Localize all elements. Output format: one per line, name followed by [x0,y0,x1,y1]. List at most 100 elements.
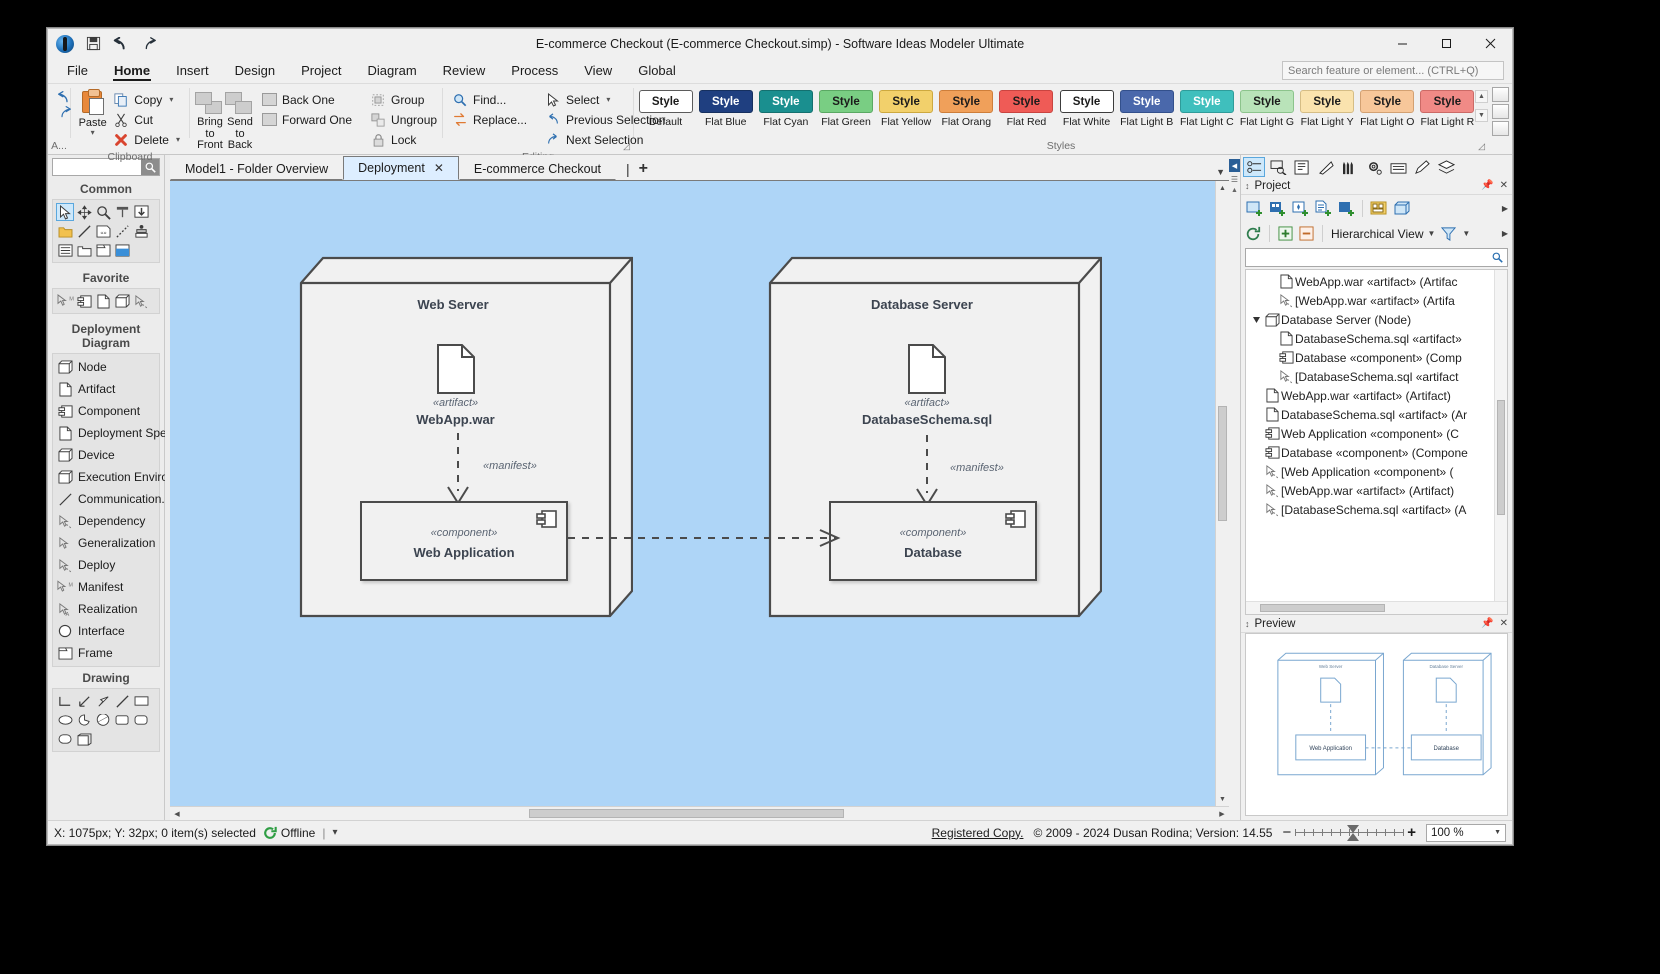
zoom-icon[interactable] [94,203,112,221]
collapse-all-icon[interactable] [1299,226,1314,241]
line-icon[interactable] [113,692,131,710]
style-item-2[interactable]: Style Flat Cyan [758,90,813,128]
project-tree-row[interactable]: Database «component» (Compone [1246,443,1507,462]
ribbon-tab-process[interactable]: Process [498,58,571,83]
styles-dialog-launcher[interactable]: ◿ [1478,141,1485,152]
canvas-vertical-scrollbar[interactable]: ▲ ▼ [1215,181,1229,806]
ribbon-grid-button[interactable] [1491,87,1509,102]
feature-search-input[interactable]: Search feature or element... (CTRL+Q) [1282,61,1504,80]
find-button[interactable]: Find... [448,90,531,109]
style-item-8[interactable]: Style Flat Light B [1119,90,1174,128]
frame-icon[interactable] [94,241,112,259]
project-search-input[interactable] [1246,249,1488,266]
zoom-level-combobox[interactable]: 100 % ▼ [1426,823,1506,842]
project-tree-row[interactable]: Database Server (Node) [1246,310,1507,329]
project-tree-vscroll-thumb[interactable] [1497,400,1505,515]
toolbox-item-generalization[interactable]: Generalization [53,532,159,554]
style-gallery-up-button[interactable]: ▲ [1475,90,1488,103]
toolbox-section-header-deployment-diagram[interactable]: Deployment Diagram [48,318,164,353]
actor-icon[interactable] [132,222,150,240]
close-tab-icon[interactable]: ✕ [434,161,444,175]
bring-to-front-button[interactable]: Bring to Front [195,88,225,152]
node-icon[interactable] [113,292,131,310]
project-tree-row[interactable]: [Web Application «component» ( [1246,462,1507,481]
canvas-scroll-down-button[interactable]: ▼ [1216,792,1229,806]
project-tree-row[interactable]: Database «component» (Comp [1246,348,1507,367]
project-toolbar-overflow-right[interactable]: ▶ [1502,204,1508,213]
collapse-panel-button[interactable]: ◀ [1229,159,1240,172]
project-tree[interactable]: WebApp.war «artifact» (Artifac [WebApp.wa… [1245,269,1508,615]
project-tree-hscrollbar[interactable] [1246,601,1507,614]
style-item-3[interactable]: Style Flat Green [818,90,873,128]
editing-dialog-launcher[interactable]: ◿ [623,141,630,152]
find-icon[interactable] [1267,157,1289,177]
node-database-server[interactable]: Database Server «artifact» DatabaseSchem… [767,253,1102,623]
ribbon-tab-view[interactable]: View [571,58,625,83]
tab-overflow-caret[interactable]: ▼ [1216,167,1225,177]
ribbon-tab-global[interactable]: Global [625,58,689,83]
tree-expand-twisty[interactable] [1250,316,1264,324]
stadium-icon[interactable] [56,730,74,748]
document-tab-e-commerce-checkout[interactable]: E-commerce Checkout [458,158,616,180]
toolbox-item-communication[interactable]: Communication... [53,488,171,510]
expand-all-icon[interactable] [1278,226,1293,241]
style-item-10[interactable]: Style Flat Light G [1239,90,1294,128]
ribbon-layout-button[interactable] [1491,104,1509,119]
ribbon-tab-design[interactable]: Design [222,58,288,83]
paste-dropdown-caret[interactable]: ▾ [91,129,95,137]
folder-icon[interactable] [56,222,74,240]
layers-icon[interactable] [1435,157,1457,177]
list-icon[interactable] [56,241,74,259]
zoom-track[interactable] [1295,825,1405,841]
minimize-button[interactable] [1380,29,1424,58]
style-gallery[interactable]: Style Default Style Flat Blue Style Flat Cyan… [634,86,1475,140]
style-item-4[interactable]: Style Flat Yellow [879,90,934,128]
canvas-hscroll-thumb[interactable] [529,809,844,818]
toolbox-item-component[interactable]: Component [53,400,159,422]
cursor-icon[interactable] [56,203,74,221]
artifact-webapp-war[interactable]: «artifact» WebApp.war [403,343,508,427]
zoom-in-button[interactable]: + [1407,824,1416,841]
project-panel-close-button[interactable]: ✕ [1500,180,1508,191]
project-tree-row[interactable]: Web Application «component» (C [1246,424,1507,443]
style-chip[interactable]: Style [1239,90,1294,113]
move-icon[interactable] [75,203,93,221]
group-button[interactable]: Group [366,90,441,109]
style-item-12[interactable]: Style Flat Light O [1360,90,1415,128]
style-item-13[interactable]: Style Flat Light R [1420,90,1475,128]
ribbon-tab-project[interactable]: Project [288,58,354,83]
toolbox-section-header-common[interactable]: Common [48,178,164,199]
delete-button[interactable]: Delete ▾ [109,130,184,149]
project-search-icon[interactable] [1488,249,1507,266]
style-chip[interactable]: Style [1420,90,1475,113]
style-gallery-down-button[interactable]: ▼ [1475,109,1488,122]
toolbox-item-manifest[interactable]: M Manifest [53,576,159,598]
style-chip[interactable]: Style [1119,90,1174,113]
project-search[interactable] [1245,248,1508,267]
style-chip[interactable]: Style [939,90,994,113]
preview-panel-grip-icon[interactable]: ↕ [1245,619,1250,629]
style-icon[interactable] [1315,157,1337,177]
fill-icon[interactable] [113,241,131,259]
cut-button[interactable]: Cut [109,110,184,129]
canvas-scroll-right-button[interactable]: ▶ [1215,807,1229,820]
line-icon[interactable] [75,222,93,240]
properties-icon[interactable] [1243,157,1265,177]
project-panel-grip-icon[interactable]: ↕ [1245,181,1250,191]
replace-button[interactable]: Replace... [448,110,531,129]
ribbon-tab-insert[interactable]: Insert [163,58,222,83]
toolbox-section-header-favorite[interactable]: Favorite [48,267,164,288]
canvas-scroll-left-button[interactable]: ◀ [170,807,184,820]
project-tree-hscroll-thumb[interactable] [1260,604,1385,612]
rectangle-icon[interactable] [132,692,150,710]
forward-one-button[interactable]: Forward One [257,110,356,129]
package-icon[interactable] [75,241,93,259]
note-icon[interactable]: «» [94,222,112,240]
style-gallery-scrollbar[interactable]: ▲ ▼ [1475,86,1488,140]
pens-icon[interactable] [1339,157,1361,177]
canvas-scroll-up-button[interactable]: ▲ [1216,181,1229,195]
style-item-5[interactable]: Style Flat Orang [939,90,994,128]
delete-dropdown-caret[interactable]: ▾ [176,135,180,144]
style-chip[interactable]: Style [1059,90,1114,113]
format-painter-icon[interactable] [113,203,131,221]
